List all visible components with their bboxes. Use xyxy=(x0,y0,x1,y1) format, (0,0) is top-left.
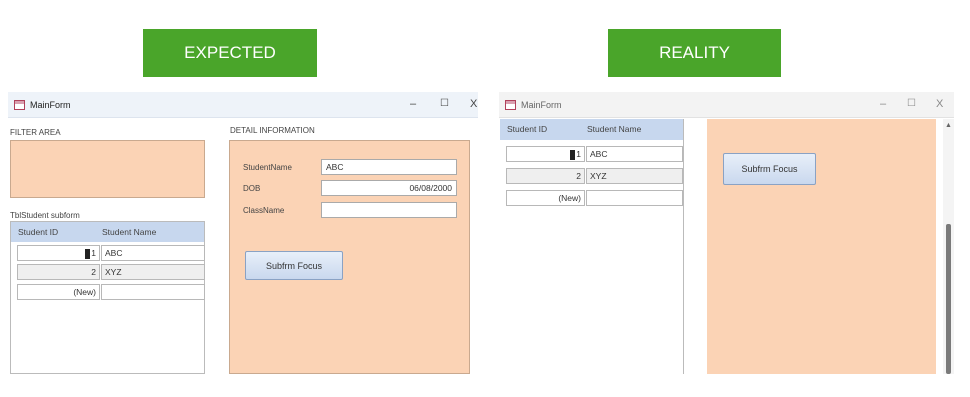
expected-window: MainForm – ☐ X FILTER AREA DETAIL INFORM… xyxy=(8,92,478,374)
row1-name-cell[interactable]: ABC xyxy=(101,245,205,261)
reality-banner: REALITY xyxy=(608,29,781,77)
text-cursor-icon xyxy=(85,248,91,259)
column-header-student-name: Student Name xyxy=(102,227,157,237)
subfrm-focus-button-label: Subfrm Focus xyxy=(741,164,798,174)
new-row-id-cell[interactable]: (New) xyxy=(506,190,585,206)
row1-id-cell[interactable]: 1 xyxy=(506,146,585,162)
column-header-student-id: Student ID xyxy=(18,227,59,237)
maximize-icon[interactable]: ☐ xyxy=(440,98,449,110)
row2-id-cell[interactable]: 2 xyxy=(506,168,585,184)
scroll-up-arrow-icon[interactable]: ▲ xyxy=(945,122,952,129)
scrollbar-thumb[interactable] xyxy=(946,224,951,374)
row1-id: 1 xyxy=(91,248,96,258)
filter-area-label: FILTER AREA xyxy=(10,128,61,137)
column-header-student-id: Student ID xyxy=(507,124,548,134)
expected-window-title: MainForm xyxy=(30,99,71,110)
classname-field[interactable] xyxy=(321,202,457,218)
form-icon xyxy=(505,99,516,110)
text-cursor-icon xyxy=(570,149,576,160)
form-icon xyxy=(14,99,25,110)
subfrm-focus-button[interactable]: Subfrm Focus xyxy=(245,251,343,280)
row2-name-cell[interactable]: XYZ xyxy=(101,264,205,280)
field-label-dob: DOB xyxy=(243,184,261,193)
new-row-id-cell[interactable]: (New) xyxy=(17,284,100,300)
minimize-icon[interactable]: – xyxy=(410,98,416,110)
expected-banner: EXPECTED xyxy=(143,29,317,77)
reality-window-title: MainForm xyxy=(521,99,562,110)
subform-border xyxy=(683,119,684,374)
row1-name-cell[interactable]: ABC xyxy=(586,146,683,162)
subform-header: Student ID Student Name xyxy=(11,222,204,242)
close-icon[interactable]: X xyxy=(936,98,943,110)
subform-label: TblStudent subform xyxy=(10,211,80,220)
new-row-name-cell[interactable] xyxy=(586,190,683,206)
detail-information-label: DETAIL INFORMATION xyxy=(230,126,315,135)
row2-name-cell[interactable]: XYZ xyxy=(586,168,683,184)
studentname-field[interactable]: ABC xyxy=(321,159,457,175)
close-icon[interactable]: X xyxy=(470,98,477,110)
dob-field[interactable]: 06/08/2000 xyxy=(321,180,457,196)
row1-id-cell[interactable]: 1 xyxy=(17,245,100,261)
expected-titlebar: MainForm xyxy=(8,92,478,118)
expected-banner-label: EXPECTED xyxy=(184,43,276,62)
row2-id-cell[interactable]: 2 xyxy=(17,264,100,280)
reality-window: MainForm – ☐ X Student ID Student Name 1… xyxy=(499,92,954,374)
maximize-icon[interactable]: ☐ xyxy=(907,98,916,110)
subfrm-focus-button[interactable]: Subfrm Focus xyxy=(723,153,816,185)
minimize-icon[interactable]: – xyxy=(880,98,886,110)
subfrm-focus-button-label: Subfrm Focus xyxy=(265,260,323,271)
column-header-student-name: Student Name xyxy=(587,124,642,134)
field-label-classname: ClassName xyxy=(243,206,285,215)
reality-banner-label: REALITY xyxy=(659,43,730,62)
filter-area xyxy=(10,140,205,198)
field-label-studentname: StudentName xyxy=(243,163,292,172)
subform-header: Student ID Student Name xyxy=(500,119,683,140)
new-row-name-cell[interactable] xyxy=(101,284,205,300)
row1-id: 1 xyxy=(576,149,581,159)
